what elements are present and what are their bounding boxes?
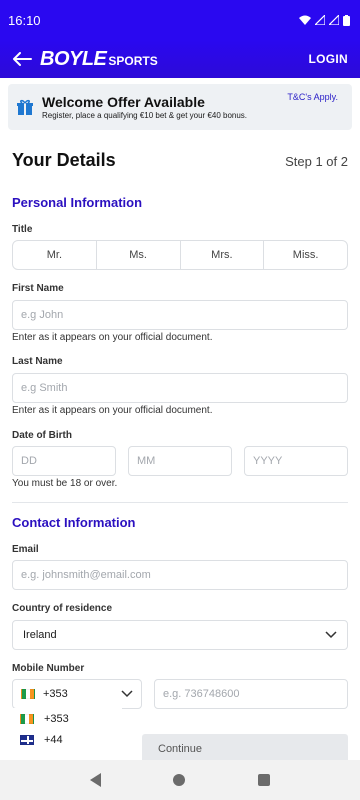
country-value: Ireland bbox=[23, 629, 57, 641]
nav-back-icon[interactable] bbox=[90, 773, 102, 787]
battery-icon bbox=[343, 14, 350, 26]
signal-icon bbox=[315, 15, 325, 25]
first-name-label: First Name bbox=[12, 283, 64, 294]
dob-day-input[interactable] bbox=[12, 446, 116, 476]
country-code-value: +353 bbox=[43, 688, 68, 700]
mobile-label: Mobile Number bbox=[12, 663, 85, 674]
title-option-miss[interactable]: Miss. bbox=[264, 241, 347, 269]
dob-month-input[interactable] bbox=[128, 446, 232, 476]
wifi-icon bbox=[299, 15, 311, 25]
last-name-hint: Enter as it appears on your official doc… bbox=[12, 405, 213, 416]
gb-flag-icon bbox=[20, 734, 34, 745]
dob-year-input[interactable] bbox=[244, 446, 348, 476]
section-divider bbox=[12, 502, 348, 503]
title-selector: Mr. Ms. Mrs. Miss. bbox=[12, 240, 348, 270]
welcome-offer-banner: Welcome Offer Available Register, place … bbox=[8, 84, 352, 130]
ie-flag-icon bbox=[21, 689, 35, 699]
email-input[interactable] bbox=[12, 560, 348, 590]
dob-hint: You must be 18 or over. bbox=[12, 478, 118, 489]
status-time: 16:10 bbox=[8, 12, 41, 28]
last-name-label: Last Name bbox=[12, 356, 63, 367]
first-name-input[interactable] bbox=[12, 300, 348, 330]
dob-label: Date of Birth bbox=[12, 430, 72, 441]
back-arrow-icon[interactable] bbox=[12, 52, 32, 66]
brand-main: BOYLE bbox=[40, 47, 107, 70]
option-code: +353 bbox=[44, 712, 69, 725]
title-label: Title bbox=[12, 224, 33, 235]
signal-icon-2 bbox=[329, 15, 339, 25]
country-code-dropdown: +353 +44 bbox=[12, 708, 122, 760]
mobile-number-input[interactable] bbox=[154, 679, 348, 709]
system-nav-bar bbox=[0, 760, 360, 800]
status-bar: 16:10 bbox=[0, 0, 360, 40]
page-header: Your Details Step 1 of 2 bbox=[12, 150, 348, 171]
ie-flag-icon bbox=[20, 713, 34, 724]
nav-home-icon[interactable] bbox=[173, 774, 186, 786]
title-option-mrs[interactable]: Mrs. bbox=[181, 241, 265, 269]
contact-info-heading: Contact Information bbox=[12, 515, 136, 530]
personal-info-heading: Personal Information bbox=[12, 195, 143, 210]
offer-subtitle: Register, place a qualifying €10 bet & g… bbox=[42, 111, 248, 120]
country-select[interactable]: Ireland bbox=[12, 620, 348, 650]
option-code: +44 bbox=[44, 733, 63, 746]
country-code-option[interactable]: +44 bbox=[12, 729, 122, 750]
status-icons bbox=[299, 14, 350, 26]
top-app-bar: BOYLE SPORTS LOGIN bbox=[0, 40, 360, 78]
gift-icon bbox=[17, 99, 33, 115]
brand-logo: BOYLE SPORTS bbox=[40, 48, 158, 71]
title-option-ms[interactable]: Ms. bbox=[97, 241, 181, 269]
country-label: Country of residence bbox=[12, 603, 113, 614]
first-name-hint: Enter as it appears on your official doc… bbox=[12, 332, 213, 343]
step-indicator: Step 1 of 2 bbox=[285, 154, 348, 169]
tc-link[interactable]: T&C's Apply. bbox=[287, 92, 338, 102]
title-option-mr[interactable]: Mr. bbox=[13, 241, 97, 269]
page-title: Your Details bbox=[12, 150, 116, 170]
chevron-down-icon bbox=[121, 690, 133, 698]
country-code-select[interactable]: +353 bbox=[12, 679, 142, 709]
country-code-option[interactable]: +353 bbox=[12, 708, 122, 729]
nav-recents-icon[interactable] bbox=[257, 774, 270, 786]
brand-sub: SPORTS bbox=[108, 53, 158, 68]
chevron-down-icon bbox=[325, 631, 337, 639]
email-label: Email bbox=[12, 544, 39, 555]
login-button[interactable]: LOGIN bbox=[309, 52, 349, 66]
last-name-input[interactable] bbox=[12, 373, 348, 403]
offer-title: Welcome Offer Available bbox=[42, 94, 205, 110]
